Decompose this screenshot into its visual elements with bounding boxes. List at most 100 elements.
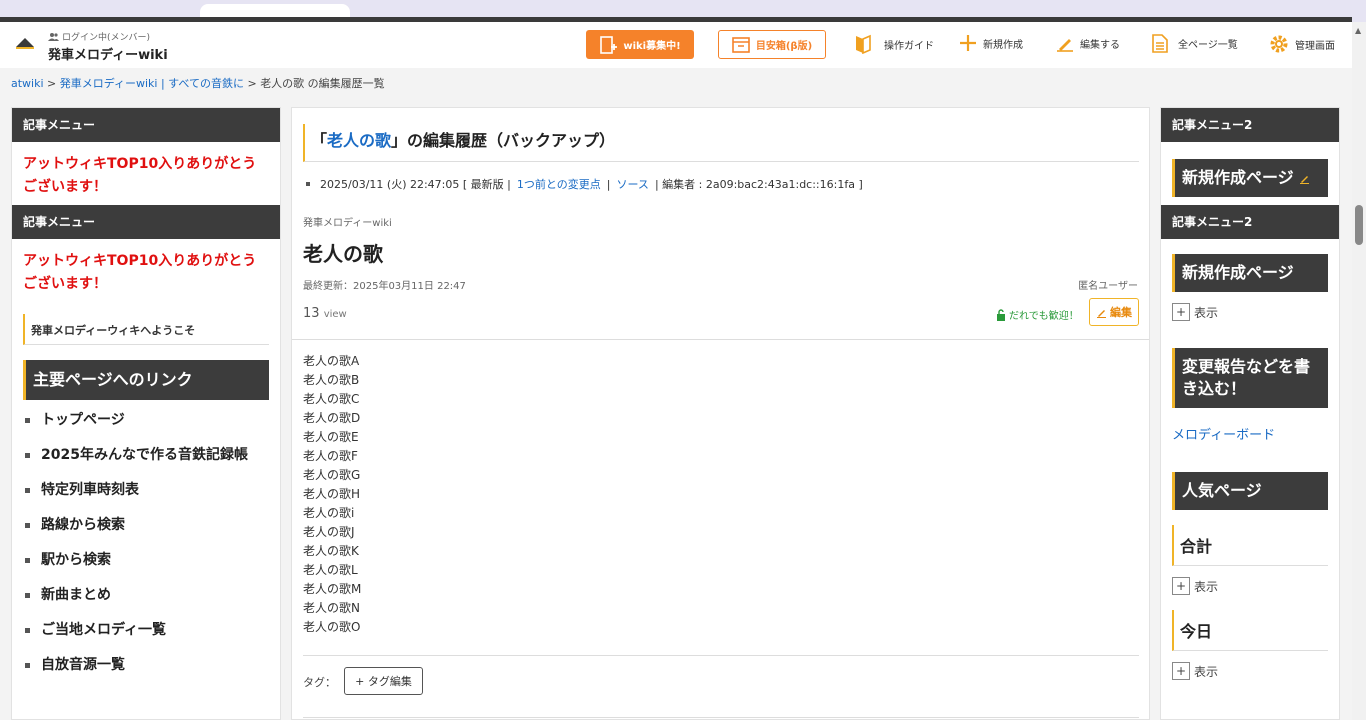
nav-new-label: 新規作成	[983, 39, 1023, 51]
show-toggle[interactable]: + 表示	[1172, 577, 1328, 595]
list-item: 老人の歌B	[303, 373, 360, 387]
popular-today-heading: 今日	[1172, 610, 1328, 651]
top10-notice: アットウィキTOP10入りありがとうございます！	[23, 253, 257, 292]
breadcrumb-separator: >	[47, 77, 57, 90]
nav-edit[interactable]: 編集する	[1056, 34, 1120, 52]
nav-new[interactable]: 新規作成	[959, 34, 1023, 52]
revision-meta: 2025/03/11 (火) 22:47:05 [ 最新版 | 1つ前との変更点…	[306, 176, 863, 192]
meyasu-button[interactable]: 目安箱(β版)	[718, 30, 826, 59]
heading-bracket-open: 「	[311, 131, 328, 150]
menu2-header: 記事メニュー2	[1161, 205, 1339, 239]
list-item: 老人の歌A	[303, 354, 360, 368]
view-count-unit: view	[323, 309, 347, 320]
divider	[292, 339, 1149, 340]
nav-all-pages[interactable]: 全ページ一覧	[1152, 34, 1238, 53]
list-item: 老人の歌C	[303, 392, 360, 406]
site-title[interactable]: 発車メロディーwiki	[48, 44, 168, 63]
book-icon	[856, 34, 871, 54]
tag-edit-button[interactable]: + タグ編集	[344, 667, 423, 695]
wiki-recruit-label: wiki募集中!	[623, 41, 681, 52]
list-item: 老人の歌E	[303, 430, 359, 444]
last-updated: 最終更新：2025年03月11日 22:47	[303, 281, 466, 292]
list-item[interactable]: 2025年みんなで作る音鉄記録帳	[23, 443, 269, 467]
page-author: 匿名ユーザー	[1078, 281, 1138, 292]
list-item: 老人の歌N	[303, 601, 360, 615]
menu-header: 記事メニュー	[12, 205, 280, 239]
gear-icon	[1270, 35, 1288, 53]
list-item[interactable]: 自放音源一覧	[23, 653, 269, 677]
list-item: 老人の歌F	[303, 449, 358, 463]
main-links-list: トップページ 2025年みんなで作る音鉄記録帳 特定列車時刻表 路線から検索 駅…	[23, 408, 269, 677]
nav-admin-label: 管理画面	[1295, 40, 1335, 52]
scrollbar-thumb[interactable]	[1355, 205, 1363, 245]
list-item[interactable]: ご当地メロディ一覧	[23, 618, 269, 642]
menu-header: 記事メニュー	[12, 108, 280, 142]
pencil-icon[interactable]	[1299, 173, 1310, 184]
diff-link[interactable]: 1つ前との変更点	[517, 176, 601, 192]
list-item: 老人の歌K	[303, 544, 359, 558]
left-sidebar: 記事メニュー アットウィキTOP10入りありがとうございます！ 記事メニュー ア…	[11, 107, 281, 720]
page-body: 老人の歌A 老人の歌B 老人の歌C 老人の歌D 老人の歌E 老人の歌F 老人の歌…	[303, 352, 361, 637]
scroll-up-arrow-icon[interactable]: ▲	[1355, 26, 1363, 35]
edit-button-label: 編集	[1110, 306, 1132, 319]
open-edit-status: だれでも歓迎！	[996, 307, 1079, 322]
breadcrumb-parent[interactable]: 発車メロディーwiki | すべての音鉄に	[60, 77, 244, 90]
list-item[interactable]: トップページ	[23, 408, 269, 432]
unlock-icon	[997, 308, 1005, 321]
show-toggle[interactable]: + 表示	[1172, 303, 1328, 321]
suggestion-box-icon	[732, 36, 750, 53]
breadcrumb-current: 老人の歌 の編集履歴一覧	[260, 77, 385, 90]
list-item: 老人の歌O	[303, 620, 361, 634]
show-toggle-label: 表示	[1194, 305, 1219, 320]
heading-page-link[interactable]: 老人の歌	[327, 131, 391, 150]
list-item: 老人の歌H	[303, 487, 361, 501]
menu2-header: 記事メニュー2	[1161, 108, 1339, 142]
atwiki-logo-icon[interactable]	[14, 35, 36, 51]
list-item[interactable]: 駅から検索	[23, 548, 269, 572]
breadcrumb-separator: >	[247, 77, 257, 90]
list-item[interactable]: 路線から検索	[23, 513, 269, 537]
list-item: 老人の歌J	[303, 525, 355, 539]
report-block: 変更報告などを書き込む！	[1172, 348, 1328, 408]
list-item: 老人の歌G	[303, 468, 361, 482]
show-toggle[interactable]: + 表示	[1172, 662, 1328, 680]
list-item[interactable]: 新曲まとめ	[23, 583, 269, 607]
breadcrumb-root[interactable]: atwiki	[11, 77, 44, 90]
nav-edit-label: 編集する	[1080, 39, 1120, 51]
main-links-title: 主要ページへのリンク	[23, 360, 269, 400]
plus-icon	[960, 35, 976, 51]
breadcrumb: atwiki > 発車メロディーwiki | すべての音鉄に > 老人の歌 の編…	[11, 75, 385, 91]
view-count-number: 13	[303, 306, 320, 321]
plus-icon: +	[1172, 662, 1190, 680]
page-scrollbar[interactable]	[1352, 22, 1366, 720]
nav-admin[interactable]: 管理画面	[1269, 34, 1335, 54]
new-page-block[interactable]: 新規作成ページ	[1172, 159, 1328, 197]
revision-editor: | 編集者 : 2a09:bac2:43a1:dc::16:1fa ]	[654, 178, 863, 191]
nav-guide-label: 操作ガイド	[884, 40, 934, 52]
browser-tab-strip	[0, 0, 1366, 22]
list-item[interactable]: 特定列車時刻表	[23, 478, 269, 502]
top10-notice: アットウィキTOP10入りありがとうございます！	[23, 156, 257, 195]
wiki-recruit-button[interactable]: wiki募集中!	[586, 30, 694, 59]
list-item: 老人の歌M	[303, 582, 362, 596]
heading-suffix: 」の編集履歴（バックアップ）	[391, 131, 616, 150]
show-toggle-label: 表示	[1194, 664, 1219, 679]
pencil-icon	[1057, 39, 1073, 52]
bullet-square	[306, 182, 310, 186]
tag-label: タグ：	[303, 676, 336, 689]
nav-guide[interactable]: 操作ガイド	[854, 34, 934, 54]
view-count: 13 view	[303, 306, 347, 321]
revision-date: 2025/03/11 (火) 22:47:05 [ 最新版 |	[320, 178, 511, 191]
welcome-heading: 発車メロディーウィキへようこそ	[23, 314, 269, 345]
edit-button[interactable]: 編集	[1089, 298, 1139, 326]
list-item: 老人の歌i	[303, 506, 355, 520]
users-icon	[48, 33, 59, 41]
melody-board-link[interactable]: メロディーボード	[1172, 424, 1328, 443]
right-sidebar: 記事メニュー2 新規作成ページ 記事メニュー2 新規作成ページ + 表示 変更報…	[1160, 107, 1340, 720]
meyasu-label: 目安箱(β版)	[755, 41, 813, 52]
main-content: 「老人の歌」の編集履歴（バックアップ） 2025/03/11 (火) 22:47…	[291, 107, 1150, 720]
source-link[interactable]: ソース	[616, 176, 648, 192]
plus-icon: +	[1172, 577, 1190, 595]
plus-icon: +	[1172, 303, 1190, 321]
list-item: 老人の歌L	[303, 563, 358, 577]
